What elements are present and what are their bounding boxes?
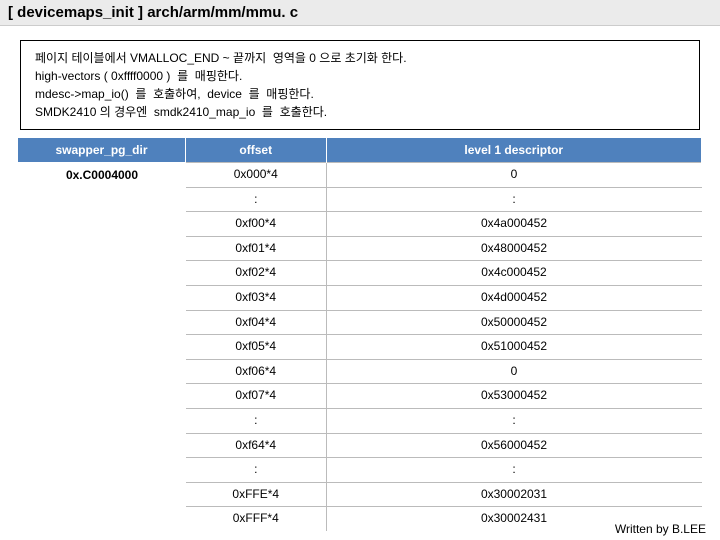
desc-cell: 0x48000452 [326,236,702,261]
desc-cell: 0 [326,163,702,188]
offset-header: offset [186,138,326,163]
desc-cell: 0x4d000452 [326,285,702,310]
desc-cell: : [326,408,702,433]
table-row: 0xf06*40 [186,359,702,384]
offset-cell: 0x000*4 [186,163,326,188]
table-row: 0xf00*40x4a000452 [186,212,702,237]
desc-cell: 0x4a000452 [326,212,702,237]
offset-cell: : [186,408,326,433]
offset-cell: 0xf00*4 [186,212,326,237]
table-row: 0x000*40 [186,163,702,188]
desc-cell: 0x51000452 [326,335,702,360]
address-label: 0x.C0004000 [18,162,186,188]
desc-cell: 0x30002031 [326,482,702,507]
offset-cell: 0xf01*4 [186,236,326,261]
offset-cell: : [186,458,326,483]
descriptor-header: level 1 descriptor [326,138,702,163]
offset-cell: 0xf07*4 [186,384,326,409]
desc-cell: : [326,458,702,483]
table-row: 0xf64*40x56000452 [186,433,702,458]
desc-line-4: SMDK2410 의 경우엔 smdk2410_map_io 를 호출한다. [35,103,685,121]
footer-credit: Written by B.LEE [615,522,706,536]
desc-cell: 0x56000452 [326,433,702,458]
desc-cell: 0x53000452 [326,384,702,409]
offset-cell: 0xFFE*4 [186,482,326,507]
left-header: swapper_pg_dir [18,138,186,162]
left-column: swapper_pg_dir 0x.C0004000 [18,138,186,531]
desc-line-3: mdesc->map_io() 를 호출하여, device 를 매핑한다. [35,85,685,103]
desc-line-1: 페이지 테이블에서 VMALLOC_END ~ 끝까지 영역을 0 으로 초기화… [35,49,685,67]
table-row: 0xf01*40x48000452 [186,236,702,261]
table-row: :: [186,458,702,483]
offset-cell: 0xf64*4 [186,433,326,458]
page-title: [ devicemaps_init ] arch/arm/mm/mmu. c [0,0,720,26]
table-row: 0xf03*40x4d000452 [186,285,702,310]
desc-cell: 0x50000452 [326,310,702,335]
offset-cell: 0xFFF*4 [186,507,326,531]
right-column: offset level 1 descriptor 0x000*40 :: 0x… [186,138,702,531]
desc-cell: 0 [326,359,702,384]
table-row: 0xf02*40x4c000452 [186,261,702,286]
table-row: 0xFFE*40x30002031 [186,482,702,507]
table-row: :: [186,408,702,433]
offset-cell: 0xf06*4 [186,359,326,384]
description-box: 페이지 테이블에서 VMALLOC_END ~ 끝까지 영역을 0 으로 초기화… [20,40,700,130]
desc-cell: : [326,187,702,212]
table-row: 0xf04*40x50000452 [186,310,702,335]
table-row: 0xf05*40x51000452 [186,335,702,360]
offset-cell: 0xf03*4 [186,285,326,310]
offset-cell: 0xf02*4 [186,261,326,286]
content-area: swapper_pg_dir 0x.C0004000 offset level … [18,138,702,531]
offset-cell: : [186,187,326,212]
desc-line-2: high-vectors ( 0xffff0000 ) 를 매핑한다. [35,67,685,85]
offset-cell: 0xf05*4 [186,335,326,360]
table-row: :: [186,187,702,212]
desc-cell: 0x4c000452 [326,261,702,286]
table-row: 0xf07*40x53000452 [186,384,702,409]
offset-cell: 0xf04*4 [186,310,326,335]
descriptor-table: offset level 1 descriptor 0x000*40 :: 0x… [186,138,702,531]
